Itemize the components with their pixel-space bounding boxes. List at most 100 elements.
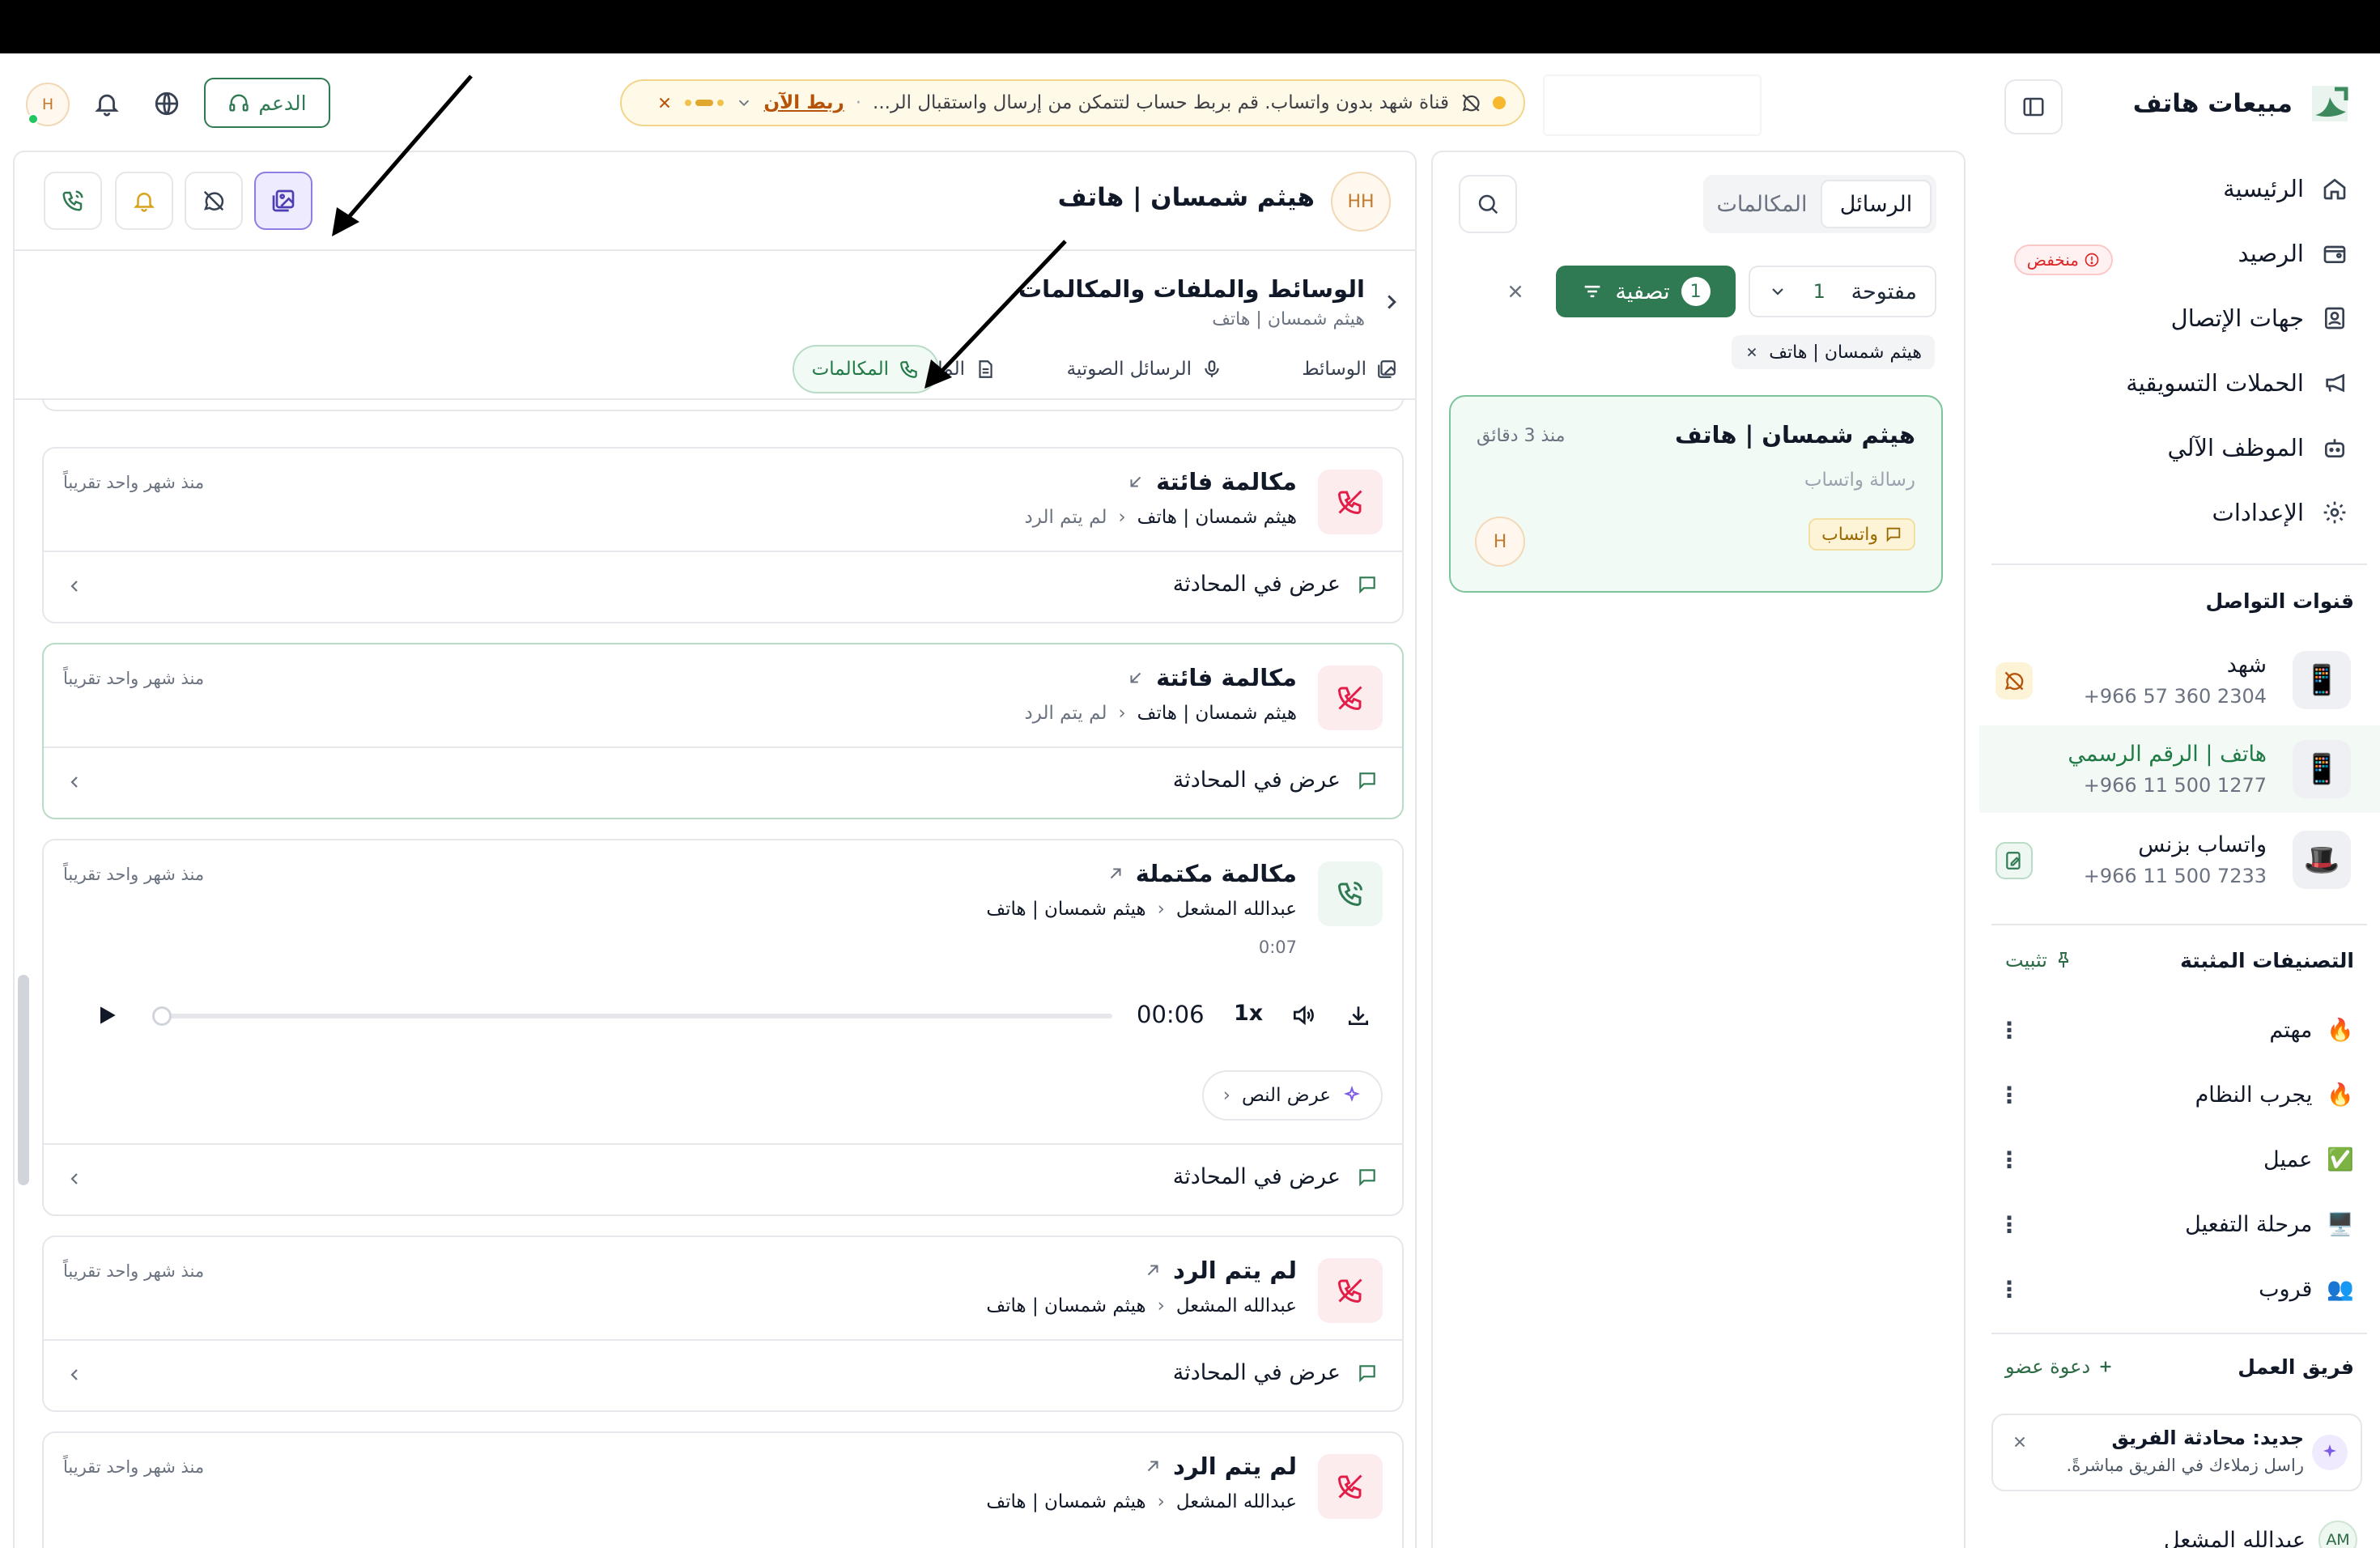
sidebar-item-campaigns[interactable]: الحملات التسويقية	[2126, 369, 2348, 397]
missed-call-icon	[1318, 470, 1383, 534]
missed-call-icon	[1318, 1454, 1383, 1519]
headset-icon	[227, 91, 250, 114]
support-button[interactable]: الدعم	[204, 78, 330, 128]
more-icon[interactable]: ⋮	[1998, 1082, 2021, 1108]
call-title-text: مكالمة مكتملة	[1135, 860, 1297, 887]
more-icon[interactable]: ⋮	[1998, 1146, 2021, 1173]
sparkle-icon	[2312, 1435, 2348, 1470]
phone-call-icon	[61, 189, 85, 213]
play-icon[interactable]	[94, 1002, 120, 1028]
search-button[interactable]	[1459, 175, 1517, 233]
sidebar-item-label: جهات الإتصال	[2170, 304, 2304, 332]
view-label: عرض في المحادثة	[1172, 1360, 1341, 1385]
call-title: مكالمة فائتة	[1127, 468, 1297, 495]
tab-media[interactable]: الوسائط	[1284, 345, 1415, 393]
audio-progress-track[interactable]	[157, 1014, 1112, 1019]
sidebar-toggle-button[interactable]	[2004, 79, 2063, 134]
chevron-left-icon: ‹	[1157, 1295, 1165, 1316]
message-icon	[1357, 574, 1378, 595]
conversation-name: هيثم شمسان | هاتف	[1675, 421, 1915, 449]
avatar: HH	[1331, 172, 1391, 232]
header-placeholder	[1543, 74, 1762, 136]
chevron-left-icon	[65, 1169, 84, 1189]
team-member[interactable]: AM عبدالله المشعل	[2164, 1520, 2357, 1548]
view-in-conversation-button[interactable]: عرض في المحادثة	[44, 1339, 1402, 1410]
chat-header: HH هيثم شمسان | هاتف	[15, 152, 1415, 251]
phone-call-icon	[1318, 861, 1383, 926]
channel-item-active[interactable]: 📱 هاتف | الرقم الرسمي +966 11 500 1277	[1979, 725, 2380, 813]
pinned-tag-item[interactable]: ✅ عميل ⋮	[1998, 1135, 2354, 1184]
chevron-right-icon[interactable]	[1379, 290, 1404, 314]
channel-number: +966 11 500 7233	[2083, 865, 2267, 887]
team-chat-card[interactable]: جديد: محادثة الفريق راسل زملاءك في الفري…	[1991, 1414, 2362, 1491]
pinned-tag-item[interactable]: 🔥 مهتم ⋮	[1998, 1006, 2354, 1054]
filter-count: 1	[1681, 277, 1711, 306]
close-icon[interactable]	[656, 94, 674, 112]
channel-item[interactable]: 🎩 واتساب بزنس +966 11 500 7233	[1979, 816, 2380, 904]
check-icon: ✅	[2327, 1147, 2354, 1172]
call-button[interactable]	[44, 172, 102, 230]
tab-voice-messages[interactable]: الرسائل الصوتية	[1049, 345, 1240, 393]
media-files-button[interactable]	[254, 172, 312, 230]
clear-filters-button[interactable]	[1498, 274, 1533, 309]
bell-icon	[93, 90, 121, 117]
notifications-button[interactable]	[86, 83, 128, 125]
contacts-icon	[2322, 305, 2348, 331]
tag-label: مرحلة التفعيل	[2185, 1211, 2313, 1237]
call-time: منذ شهر واحد تقريباً	[63, 1261, 205, 1281]
view-in-conversation-button[interactable]: عرض في المحادثة	[44, 551, 1402, 622]
pinned-tag-item[interactable]: 👥 قروب ⋮	[1998, 1265, 2354, 1313]
call-title: مكالمة مكتملة	[1107, 860, 1297, 887]
pinned-tag-item[interactable]: 🔥 يجرب النظام ⋮	[1998, 1070, 2354, 1119]
show-transcript-button[interactable]: عرض النص ‹	[1201, 1070, 1383, 1121]
conversation-card[interactable]: هيثم شمسان | هاتف منذ 3 دقائق رسالة واتس…	[1449, 395, 1943, 593]
channel-item[interactable]: 📱 شهد +966 57 360 2304	[1979, 636, 2380, 724]
filter-button[interactable]: 1 تصفية	[1556, 266, 1736, 317]
whatsapp-off-button[interactable]	[185, 172, 243, 230]
tab-messages[interactable]: الرسائل	[1821, 180, 1932, 228]
more-icon[interactable]: ⋮	[1998, 1276, 2021, 1303]
call-route: عبدالله المشعل ‹ هيثم شمسان | هاتف	[986, 1491, 1297, 1512]
connect-now-link[interactable]: ربط الآن	[764, 92, 844, 113]
tag-label: قروب	[2259, 1276, 2313, 1302]
sidebar-item-balance[interactable]: الرصيد	[2238, 240, 2348, 267]
whatsapp-edit-icon[interactable]	[1995, 842, 2033, 879]
active-filter-chip[interactable]: هيثم شمسان | هاتف	[1732, 335, 1935, 369]
online-indicator	[28, 113, 39, 125]
tab-calls[interactable]: المكالمات	[792, 345, 939, 393]
tab-calls[interactable]: المكالمات	[1708, 180, 1816, 228]
call-time: منذ شهر واحد تقريباً	[63, 865, 205, 884]
call-route: هيثم شمسان | هاتف ‹ لم يتم الرد	[1025, 703, 1297, 724]
audio-progress-knob[interactable]	[152, 1006, 172, 1026]
download-icon[interactable]	[1345, 1002, 1371, 1028]
logo-icon	[2306, 79, 2354, 128]
invite-member-button[interactable]: دعوة عضو	[2005, 1355, 2114, 1378]
close-icon[interactable]	[1745, 345, 1759, 359]
sidebar-item-contacts[interactable]: جهات الإتصال	[2171, 304, 2348, 332]
close-icon[interactable]	[2011, 1433, 2029, 1451]
conversation-preview: رسالة واتساب	[1804, 470, 1915, 491]
status-dropdown[interactable]: مفتوحة 1	[1749, 266, 1936, 317]
more-icon[interactable]: ⋮	[1998, 1017, 2021, 1044]
language-button[interactable]	[146, 83, 188, 125]
view-in-conversation-button[interactable]: عرض في المحادثة	[44, 1143, 1402, 1214]
call-from: عبدالله المشعل	[1175, 1295, 1297, 1316]
volume-icon[interactable]	[1290, 1002, 1316, 1028]
pin-link[interactable]: تثبيت	[2005, 949, 2073, 972]
playback-speed-button[interactable]: 1x	[1234, 1001, 1263, 1026]
app-root: مبيعات هاتف الرئيسية الرصيد منخفض جهات ا…	[0, 53, 2380, 1548]
view-in-conversation-button[interactable]: عرض في المحادثة	[44, 746, 1402, 818]
sidebar-item-settings[interactable]: الإعدادات	[2212, 499, 2348, 526]
whatsapp-off-icon[interactable]	[1995, 662, 2033, 700]
outgoing-arrow-icon	[1107, 865, 1124, 882]
reminder-button[interactable]	[115, 172, 173, 230]
sidebar-item-home[interactable]: الرئيسية	[2223, 175, 2348, 202]
call-to: لم يتم الرد	[1024, 703, 1107, 724]
more-icon[interactable]: ⋮	[1998, 1211, 2021, 1238]
sidebar-item-bot[interactable]: الموظف الآلي	[2167, 434, 2348, 461]
scrollbar-thumb[interactable]	[18, 975, 29, 1185]
pinned-tag-item[interactable]: 🖥️ مرحلة التفعيل ⋮	[1998, 1200, 2354, 1248]
microphone-icon	[1201, 359, 1222, 380]
user-avatar[interactable]: H	[26, 83, 70, 126]
chevron-down-icon[interactable]	[735, 94, 753, 112]
